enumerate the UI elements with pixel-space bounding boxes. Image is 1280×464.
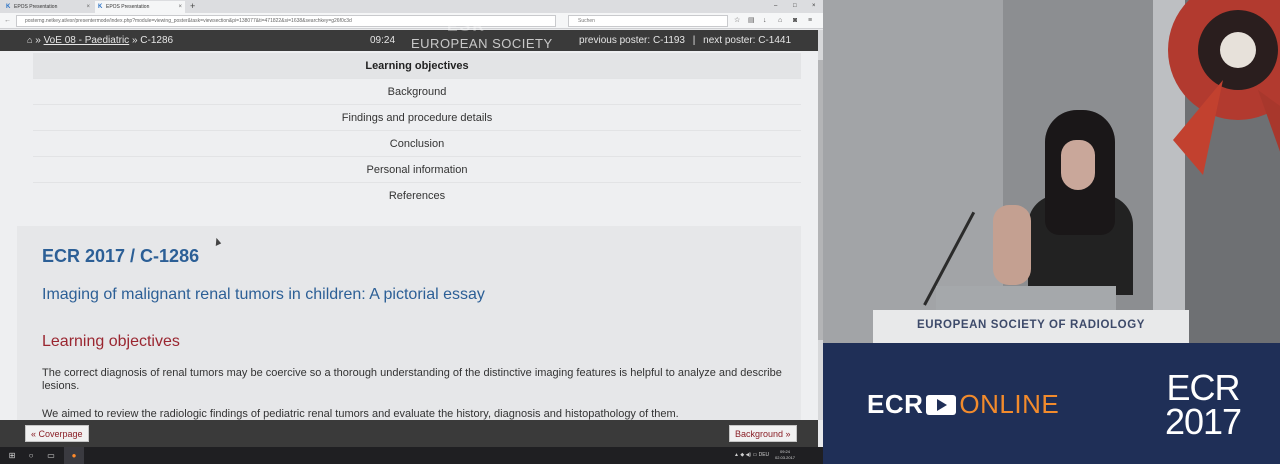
previous-poster-link[interactable]: previous poster: C-1193 <box>579 35 685 46</box>
tab-label: EPOS Presentation <box>106 4 150 10</box>
windows-start-icon[interactable]: ⊞ <box>2 447 22 464</box>
tab-epos-presentation-2[interactable]: K EPOS Presentation × <box>95 1 185 13</box>
minimize-button[interactable]: – <box>774 0 777 12</box>
logo-year: 2017 <box>1164 401 1242 442</box>
close-tab-icon[interactable]: × <box>178 1 182 13</box>
url-text: posterng.netkey.at/esr/presentermode/ind… <box>25 18 352 24</box>
menu-icon[interactable]: ≡ <box>808 16 812 26</box>
search-placeholder: Suchen <box>578 18 595 24</box>
home-icon[interactable]: ⌂ <box>778 16 782 26</box>
section-background[interactable]: Background <box>33 79 801 105</box>
system-tray[interactable]: ▲ ◆ ◀) ▭ DEU <box>734 447 769 464</box>
search-icon[interactable]: ○ <box>21 447 41 464</box>
poster-navigation: previous poster: C-1193 | next poster: C… <box>579 30 791 51</box>
section-findings[interactable]: Findings and procedure details <box>33 105 801 131</box>
logo-ecr: ECR <box>1166 367 1240 408</box>
maximize-button[interactable]: □ <box>793 0 797 12</box>
breadcrumb-poster: C-1286 <box>140 35 174 46</box>
breadcrumb: ⌂ » VoE 08 - Paediatric » C-1286 <box>27 30 173 51</box>
screen: K EPOS Presentation × K EPOS Presentatio… <box>0 0 1280 464</box>
breadcrumb-section-link[interactable]: VoE 08 - Paediatric <box>44 35 130 46</box>
browser-window: K EPOS Presentation × K EPOS Presentatio… <box>0 0 823 464</box>
background-button[interactable]: Background » <box>729 425 797 442</box>
play-icon <box>926 395 957 415</box>
podium-label: EUROPEAN SOCIETY OF RADIOLOGY <box>916 319 1146 331</box>
speaker-face <box>1061 140 1095 190</box>
poster-content: Learning objectives Background Findings … <box>0 51 818 420</box>
section-conclusion[interactable]: Conclusion <box>33 131 801 157</box>
epos-favicon-icon: K <box>98 4 103 10</box>
next-poster-link[interactable]: next poster: C-1441 <box>703 35 791 46</box>
poster-footer: « Coverpage Background » <box>0 420 818 447</box>
home-icon[interactable]: ⌂ <box>27 35 32 45</box>
lectern-screen <box>936 286 1116 310</box>
ecr-text: ECR <box>867 389 924 419</box>
epos-favicon-icon: K <box>6 4 11 10</box>
ecr-online-logo: ECR ONLINE <box>867 389 1059 420</box>
tab-bar: K EPOS Presentation × K EPOS Presentatio… <box>0 0 823 13</box>
section-learning-objectives[interactable]: Learning objectives <box>33 53 801 79</box>
breadcrumb-separator: » <box>131 35 138 46</box>
session-time: 09:24 <box>370 35 396 46</box>
clock-date: 02.03.2017 <box>775 455 796 460</box>
section-references[interactable]: References <box>33 183 801 209</box>
paragraph: The correct diagnosis of renal tumors ma… <box>42 367 782 392</box>
back-arrow-icon[interactable]: ← <box>4 15 11 27</box>
breadcrumb-separator: » <box>35 35 41 46</box>
clock[interactable]: 09:24 02.03.2017 <box>775 449 795 461</box>
address-bar[interactable]: posterng.netkey.at/esr/presentermode/ind… <box>16 15 556 27</box>
windows-taskbar: ⊞ ○ ▭ ▬ ● ▲ ◆ ◀) ▭ DEU 09:24 02.03.2017 <box>0 447 823 464</box>
section-menu: Learning objectives Background Findings … <box>33 53 801 209</box>
task-view-icon[interactable]: ▭ <box>41 447 61 464</box>
poster-title: Imaging of malignant renal tumors in chi… <box>42 286 485 303</box>
search-input[interactable]: Suchen <box>568 15 728 27</box>
star-icon[interactable]: ☆ <box>734 16 740 26</box>
tab-epos-presentation-1[interactable]: K EPOS Presentation × <box>3 1 93 13</box>
tab-label: EPOS Presentation <box>14 4 58 10</box>
poster-header-bar: ⌂ » VoE 08 - Paediatric » C-1286 09:24 p… <box>0 30 818 51</box>
shield-icon[interactable]: ◙ <box>793 16 797 26</box>
speaker-video: EUROPEAN SOCIETY OF RADIOLOGY <box>823 0 1280 343</box>
download-icon[interactable]: ↓ <box>763 16 767 26</box>
flower-decoration-icon <box>1168 0 1280 175</box>
poster-nav-divider: | <box>692 35 696 46</box>
poster-article: ECR 2017 / C-1286 Imaging of malignant r… <box>17 226 801 420</box>
close-window-button[interactable]: × <box>812 0 816 12</box>
firefox-icon[interactable]: ● <box>64 447 84 464</box>
ecr-online-banner: ECR ONLINE ECR 2017 <box>823 343 1280 464</box>
paragraph: We aimed to review the radiologic findin… <box>42 408 679 420</box>
navigation-bar: ← posterng.netkey.at/esr/presentermode/i… <box>0 13 823 29</box>
speaker-arm <box>993 205 1031 285</box>
section-heading: Learning objectives <box>42 333 180 350</box>
new-tab-button[interactable]: + <box>190 0 195 13</box>
coverpage-button[interactable]: « Coverpage <box>25 425 89 442</box>
online-text: ONLINE <box>959 389 1060 419</box>
section-personal-information[interactable]: Personal information <box>33 157 801 183</box>
close-tab-icon[interactable]: × <box>86 1 90 13</box>
poster-id: ECR 2017 / C-1286 <box>42 246 200 266</box>
ecr-2017-logo: ECR 2017 <box>1163 367 1243 442</box>
clipboard-icon[interactable]: ▤ <box>748 16 755 26</box>
